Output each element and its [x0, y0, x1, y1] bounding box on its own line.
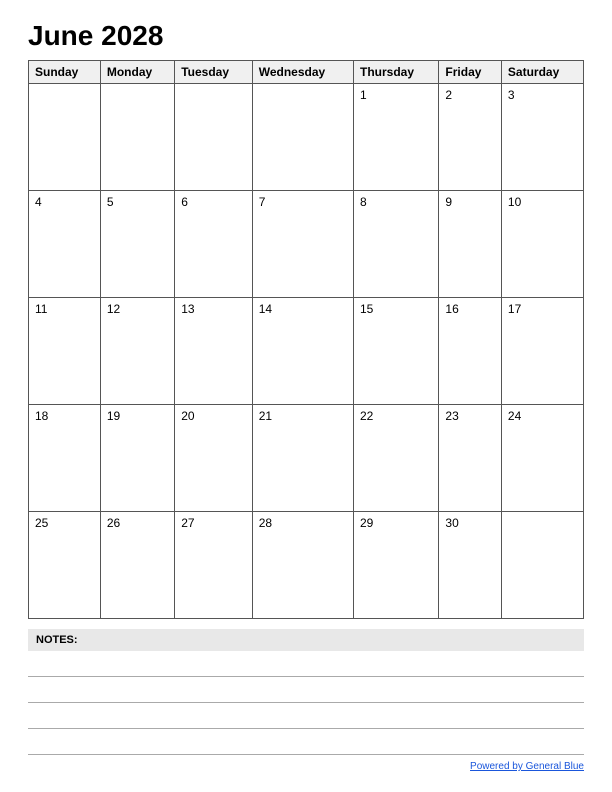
day-number: 3 [508, 88, 515, 102]
calendar-cell-2-5: 16 [439, 298, 501, 405]
header-friday: Friday [439, 61, 501, 84]
calendar-cell-4-0: 25 [29, 512, 101, 619]
notes-line-1 [28, 657, 584, 677]
calendar-cell-0-5: 2 [439, 84, 501, 191]
header-sunday: Sunday [29, 61, 101, 84]
calendar-week-4: 25 26 27 28 29 30 [29, 512, 584, 619]
calendar-cell-2-4: 15 [354, 298, 439, 405]
notes-line-3 [28, 709, 584, 729]
day-number: 1 [360, 88, 367, 102]
calendar-cell-3-3: 21 [252, 405, 353, 512]
calendar-week-3: 18 19 20 21 22 23 24 [29, 405, 584, 512]
calendar-cell-0-2 [175, 84, 253, 191]
header-monday: Monday [100, 61, 174, 84]
calendar-cell-2-6: 17 [501, 298, 583, 405]
calendar-cell-1-4: 8 [354, 191, 439, 298]
calendar-cell-4-1: 26 [100, 512, 174, 619]
calendar-cell-3-4: 22 [354, 405, 439, 512]
day-number: 10 [508, 195, 521, 209]
calendar-table: Sunday Monday Tuesday Wednesday Thursday… [28, 60, 584, 619]
day-number: 27 [181, 516, 194, 530]
calendar-cell-0-1 [100, 84, 174, 191]
calendar-cell-0-0 [29, 84, 101, 191]
day-number: 22 [360, 409, 373, 423]
day-number: 15 [360, 302, 373, 316]
day-number: 8 [360, 195, 367, 209]
calendar-cell-0-3 [252, 84, 353, 191]
day-number: 5 [107, 195, 114, 209]
day-number: 7 [259, 195, 266, 209]
calendar-cell-2-3: 14 [252, 298, 353, 405]
notes-line-2 [28, 683, 584, 703]
calendar-cell-4-5: 30 [439, 512, 501, 619]
header-saturday: Saturday [501, 61, 583, 84]
day-number: 20 [181, 409, 194, 423]
day-number: 6 [181, 195, 188, 209]
calendar-cell-3-6: 24 [501, 405, 583, 512]
calendar-cell-2-0: 11 [29, 298, 101, 405]
day-number: 9 [445, 195, 452, 209]
calendar-cell-3-2: 20 [175, 405, 253, 512]
day-number: 29 [360, 516, 373, 530]
calendar-title: June 2028 [28, 20, 584, 52]
day-number: 24 [508, 409, 521, 423]
calendar-cell-3-1: 19 [100, 405, 174, 512]
notes-section: NOTES: [28, 629, 584, 755]
calendar-cell-4-3: 28 [252, 512, 353, 619]
day-number: 28 [259, 516, 272, 530]
powered-by-link[interactable]: Powered by General Blue [470, 761, 584, 772]
day-number: 19 [107, 409, 120, 423]
calendar-cell-1-5: 9 [439, 191, 501, 298]
calendar-cell-0-4: 1 [354, 84, 439, 191]
day-number: 30 [445, 516, 458, 530]
calendar-cell-4-2: 27 [175, 512, 253, 619]
header-thursday: Thursday [354, 61, 439, 84]
day-number: 18 [35, 409, 48, 423]
notes-label: NOTES: [28, 629, 584, 651]
calendar-cell-4-6 [501, 512, 583, 619]
calendar-cell-1-0: 4 [29, 191, 101, 298]
day-number: 4 [35, 195, 42, 209]
calendar-cell-1-2: 6 [175, 191, 253, 298]
calendar-week-1: 4 5 6 7 8 9 10 [29, 191, 584, 298]
calendar-cell-2-1: 12 [100, 298, 174, 405]
notes-line-4 [28, 735, 584, 755]
calendar-cell-1-3: 7 [252, 191, 353, 298]
calendar-week-2: 11 12 13 14 15 16 17 [29, 298, 584, 405]
calendar-week-0: 1 2 3 [29, 84, 584, 191]
header-wednesday: Wednesday [252, 61, 353, 84]
header-row: Sunday Monday Tuesday Wednesday Thursday… [29, 61, 584, 84]
page: June 2028 Sunday Monday Tuesday Wednesda… [0, 0, 612, 792]
day-number: 16 [445, 302, 458, 316]
day-number: 17 [508, 302, 521, 316]
day-number: 2 [445, 88, 452, 102]
header-tuesday: Tuesday [175, 61, 253, 84]
day-number: 26 [107, 516, 120, 530]
calendar-cell-3-5: 23 [439, 405, 501, 512]
calendar-cell-1-6: 10 [501, 191, 583, 298]
calendar-cell-0-6: 3 [501, 84, 583, 191]
calendar-cell-4-4: 29 [354, 512, 439, 619]
powered-by[interactable]: Powered by General Blue [28, 761, 584, 772]
day-number: 21 [259, 409, 272, 423]
day-number: 23 [445, 409, 458, 423]
day-number: 11 [35, 302, 47, 316]
day-number: 14 [259, 302, 272, 316]
day-number: 12 [107, 302, 120, 316]
calendar-cell-3-0: 18 [29, 405, 101, 512]
day-number: 13 [181, 302, 194, 316]
calendar-cell-1-1: 5 [100, 191, 174, 298]
calendar-cell-2-2: 13 [175, 298, 253, 405]
day-number: 25 [35, 516, 48, 530]
